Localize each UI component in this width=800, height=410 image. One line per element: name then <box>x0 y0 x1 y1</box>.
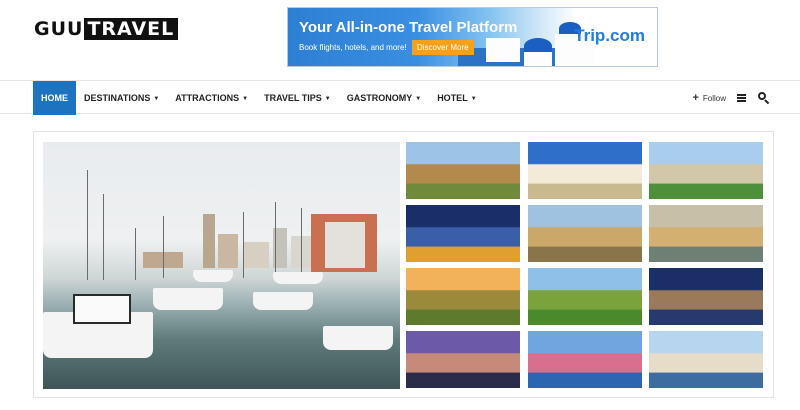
follow-label: Follow <box>702 93 726 103</box>
nav-item-label: HOME <box>41 93 68 103</box>
logo-part-2: TRAVEL <box>84 18 179 40</box>
nav-menu: HOME DESTINATIONS ▼ ATTRACTIONS ▼ TRAVEL T… <box>33 81 485 115</box>
advertisement-banner[interactable]: Your All-in-one Travel Platform Book fli… <box>287 7 658 67</box>
caret-down-icon: ▼ <box>242 96 249 102</box>
nav-item-gastronomy[interactable]: GASTRONOMY ▼ <box>339 81 429 115</box>
caret-down-icon: ▼ <box>153 96 160 102</box>
nav-item-label: ATTRACTIONS <box>175 93 240 103</box>
header: GUU TRAVEL Your All-in-one Travel Platfo… <box>0 0 800 80</box>
nav-item-destinations[interactable]: DESTINATIONS ▼ <box>76 81 167 115</box>
thumb-countryside-sunset[interactable] <box>406 268 520 325</box>
plus-icon: + <box>692 92 699 104</box>
caret-down-icon: ▼ <box>415 96 422 102</box>
logo-part-1: GUU <box>34 18 84 40</box>
nav-item-label: TRAVEL TIPS <box>264 93 322 103</box>
banner-brand-logo: Trip.com <box>574 26 645 45</box>
thumb-york-riverside[interactable] <box>649 331 763 388</box>
search-icon[interactable] <box>758 92 770 105</box>
thumb-tobermory-harbour[interactable] <box>528 331 642 388</box>
thumb-cotswolds-village[interactable] <box>406 142 520 199</box>
thumb-bibury-cottages[interactable] <box>528 268 642 325</box>
banner-house-illustration <box>486 38 520 62</box>
banner-church-illustration <box>524 52 552 66</box>
caret-down-icon: ▼ <box>324 96 331 102</box>
main-navigation: HOME DESTINATIONS ▼ ATTRACTIONS ▼ TRAVEL T… <box>0 80 800 115</box>
thumb-oxford-spires[interactable] <box>528 205 642 262</box>
thumb-bath-bridge[interactable] <box>649 205 763 262</box>
banner-subtext: Book flights, hotels, and more! <box>299 43 407 52</box>
thumb-brighton-pavilion[interactable] <box>528 142 642 199</box>
featured-gallery <box>33 131 774 398</box>
hamburger-menu-icon[interactable] <box>736 92 748 104</box>
thumb-cambridge-river[interactable] <box>649 142 763 199</box>
nav-item-label: GASTRONOMY <box>346 93 413 103</box>
site-logo[interactable]: GUU TRAVEL <box>34 18 179 40</box>
nav-actions: + Follow <box>692 81 770 115</box>
thumb-liverpool-liver-building[interactable] <box>406 331 520 388</box>
banner-headline: Your All-in-one Travel Platform <box>299 19 518 36</box>
nav-item-attractions[interactable]: ATTRACTIONS ▼ <box>167 81 256 115</box>
follow-button[interactable]: + Follow <box>692 92 726 104</box>
banner-cta-button[interactable]: Discover More <box>412 40 474 55</box>
thumb-london-night[interactable] <box>406 205 520 262</box>
nav-item-home[interactable]: HOME <box>33 81 76 115</box>
nav-item-label: DESTINATIONS <box>84 93 151 103</box>
hero-marina-image[interactable] <box>43 142 400 389</box>
nav-item-travel-tips[interactable]: TRAVEL TIPS ▼ <box>256 81 339 115</box>
caret-down-icon: ▼ <box>470 96 477 102</box>
nav-item-hotel[interactable]: HOTEL ▼ <box>429 81 484 115</box>
thumb-manchester-townhall[interactable] <box>649 268 763 325</box>
nav-item-label: HOTEL <box>437 93 468 103</box>
